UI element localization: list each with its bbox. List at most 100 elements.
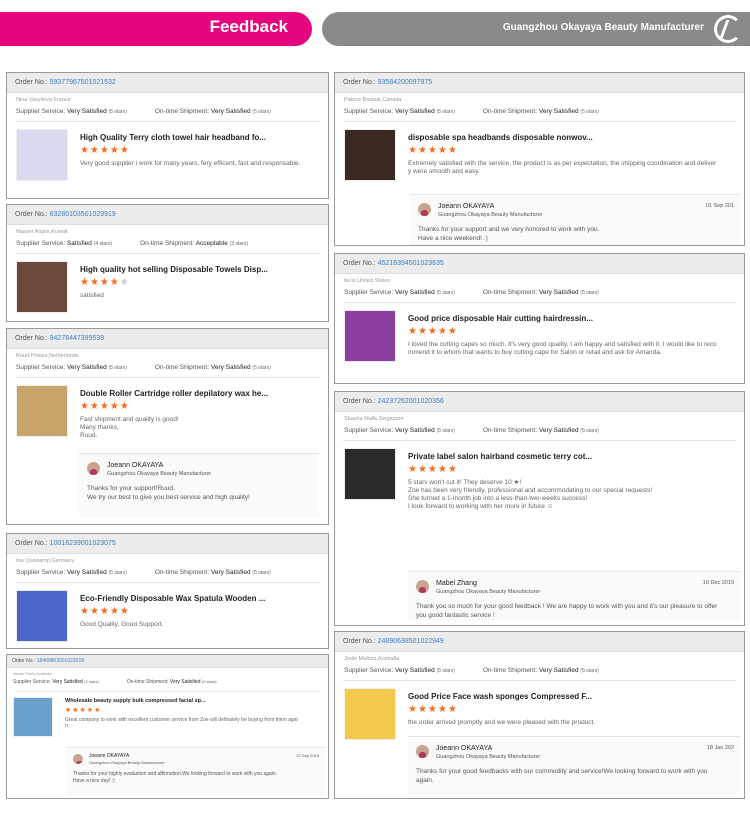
reply-date: 18 Jan 202 [706, 745, 734, 751]
feedback-card: Order No.: 94278447399539 Ruud Plones,Net… [6, 328, 329, 525]
buyer-comment: Very good supplier i work for many years… [80, 160, 301, 167]
product-title-link[interactable]: Good price disposable Hair cutting haird… [408, 314, 593, 323]
reply-text: Thank you so much for your good feedback… [416, 603, 718, 619]
order-label: Order No.: [15, 540, 48, 547]
product-title-link[interactable]: Eco-Friendly Disposable Wax Spatula Wood… [80, 594, 265, 603]
supplier-rating: Very Satisfied [66, 569, 107, 576]
rating-stars: ★★★★★ [408, 464, 458, 475]
product-thumbnail[interactable] [16, 590, 68, 642]
reply-date: 19 Dec 2019 [702, 580, 734, 586]
product-title-link[interactable]: Wholesale beauty supply bulk compressed … [65, 698, 206, 704]
product-thumbnail[interactable] [13, 697, 53, 737]
reply-name: Joeann OKAYAYA [438, 203, 495, 210]
shipment-stars: (5 stars) [252, 570, 271, 576]
rating-stars: ★★★★★ [80, 277, 130, 288]
stars-filled: ★★★★★ [408, 145, 458, 156]
buyer-name: Jodie Mellors,Australia [344, 656, 400, 662]
supplier-rating: Very Satisfied [66, 364, 107, 371]
ratings-row: Supplier Service: Very Satisfied (5 star… [7, 103, 328, 115]
feedback-card: Order No.: 93584200097975 Patrice Boulais… [334, 72, 745, 246]
buyer-name: Nina Vasylieva,France [16, 97, 71, 103]
order-number-link[interactable]: 63280103501029919 [50, 211, 116, 218]
order-number-link[interactable]: 94278447399539 [50, 335, 105, 342]
reply-text: Thanks for your highly evaluation and af… [73, 771, 278, 784]
order-number-link[interactable]: 59377967501021532 [50, 79, 116, 86]
order-label: Order No.: [15, 335, 48, 342]
supplier-reply: Mabel Zhang Guangzhou Okayaya Beauty Manu… [408, 571, 740, 621]
product-thumbnail[interactable] [344, 129, 396, 181]
order-number-link[interactable]: 24890638501022949 [378, 638, 444, 645]
order-number-link[interactable]: 10016239001023075 [50, 540, 116, 547]
shipment-stars: (3 stars) [229, 241, 249, 247]
buyer-name: Patrice Boulais,Canada [344, 97, 402, 103]
shipment-stars: (5 stars) [580, 428, 599, 434]
reply-text: Thanks for your good feedbacks with our … [416, 768, 708, 784]
order-number-link[interactable]: 93584200097975 [378, 79, 433, 86]
product-title-link[interactable]: Double Roller Cartridge roller depilator… [80, 389, 268, 398]
shipment-stars: (5 stars) [580, 290, 599, 296]
shipment-label: On-time Shipment: [154, 364, 210, 371]
feedback-title: Feedback [209, 17, 288, 36]
product-thumbnail[interactable] [16, 261, 68, 313]
buyer-name: Ruud Plones,Netherlands [16, 353, 79, 359]
product-title-link[interactable]: High Quality Terry cloth towel hair head… [80, 133, 266, 142]
buyer-comment: Good Quality, Good Support. [80, 621, 164, 628]
stars-filled: ★★★★★ [80, 401, 130, 412]
shipment-rating: Very Satisfied [210, 364, 251, 371]
supplier-service-label: Supplier Service: [13, 679, 51, 685]
shipment-label: On-time Shipment: [482, 667, 538, 674]
order-number-link[interactable]: 24237262001020356 [378, 398, 444, 405]
reply-name: Mabel Zhang [436, 580, 477, 587]
feedback-card: Order No.: 63280103501029919 Nasser Alajm… [6, 204, 329, 322]
ratings-row: Supplier Service: Very Satisfied (5 star… [7, 676, 328, 685]
product-row: High Quality Terry cloth towel hair head… [7, 122, 328, 182]
order-header: Order No.: 45216394501023635 [335, 254, 744, 274]
product-row: disposable spa headbands disposable nonw… [335, 122, 744, 182]
shipment-rating: Very Satisfied [538, 108, 579, 115]
order-label: Order No.: [343, 638, 376, 645]
product-title-link[interactable]: Good Price Face wash sponges Compressed … [408, 692, 592, 701]
order-header: Order No.: 24237262001020356 [335, 392, 744, 412]
supplier-reply: Joeann OKAYAYA Guangzhou Okayaya Beauty M… [67, 747, 325, 795]
buyer-comment: the order arrived promptly and we were p… [408, 719, 596, 726]
shipment-label: On-time Shipment: [482, 427, 538, 434]
product-row: Eco-Friendly Disposable Wax Spatula Wood… [7, 583, 328, 643]
shipment-rating: Very Satisfied [210, 569, 251, 576]
avatar [87, 462, 100, 475]
buyer-comment: I loved the cutting capes so much. It's … [408, 341, 717, 356]
reply-company: Guangzhou Okayaya Beauty Manufacturer [436, 754, 541, 760]
avatar [416, 745, 429, 758]
product-row: Good price disposable Hair cutting haird… [335, 303, 744, 363]
product-thumbnail[interactable] [16, 129, 68, 181]
shipment-stars: (5 stars) [252, 109, 271, 115]
product-title-link[interactable]: disposable spa headbands disposable nonw… [408, 133, 593, 142]
supplier-service-label: Supplier Service: [16, 240, 66, 247]
stars-filled: ★★★★★ [408, 464, 458, 475]
ratings-row: Supplier Service: Satisfied (4 stars) On-… [7, 235, 328, 247]
product-thumbnail[interactable] [344, 448, 396, 500]
feedback-card: Order No.: 59377967501021532 Nina Vasylie… [6, 72, 329, 199]
product-thumbnail[interactable] [344, 310, 396, 362]
ratings-row: Supplier Service: Very Satisfied (5 star… [335, 103, 744, 115]
order-number-link[interactable]: 45216394501023635 [378, 260, 444, 267]
rating-stars: ★★★★★ [80, 401, 130, 412]
supplier-reply: Joeann OKAYAYA Guangzhou Okayaya Beauty M… [79, 453, 319, 518]
product-thumbnail[interactable] [16, 385, 68, 437]
product-title-link[interactable]: High quality hot selling Disposable Towe… [80, 265, 268, 274]
shipment-rating: Acceptable [195, 240, 228, 247]
product-title-link[interactable]: Private label salon hairband cosmetic te… [408, 452, 592, 461]
order-label: Order No.: [343, 79, 376, 86]
order-number-link[interactable]: 18469862001023018 [37, 658, 84, 664]
reply-text: Thanks for your support!Ruud. We try our… [87, 485, 250, 501]
stars-empty: ★ [119, 277, 130, 288]
supplier-reply: Joeann OKAYAYA Guangzhou Okayaya Beauty M… [410, 194, 740, 245]
shipment-stars: (5 stars) [580, 668, 599, 674]
shipment-rating: Very Satisfied [538, 427, 579, 434]
supplier-rating: Very Satisfied [394, 427, 435, 434]
shipment-rating: Very Satisfied [210, 108, 251, 115]
supplier-reply: Joeann OKAYAYA Guangzhou Okayaya Beauty M… [408, 736, 740, 794]
stars-filled: ★★★★★ [408, 704, 458, 715]
product-thumbnail[interactable] [344, 688, 396, 740]
reply-name: Joeann OKAYAYA [107, 462, 164, 469]
shipment-label: On-time Shipment: [154, 569, 210, 576]
